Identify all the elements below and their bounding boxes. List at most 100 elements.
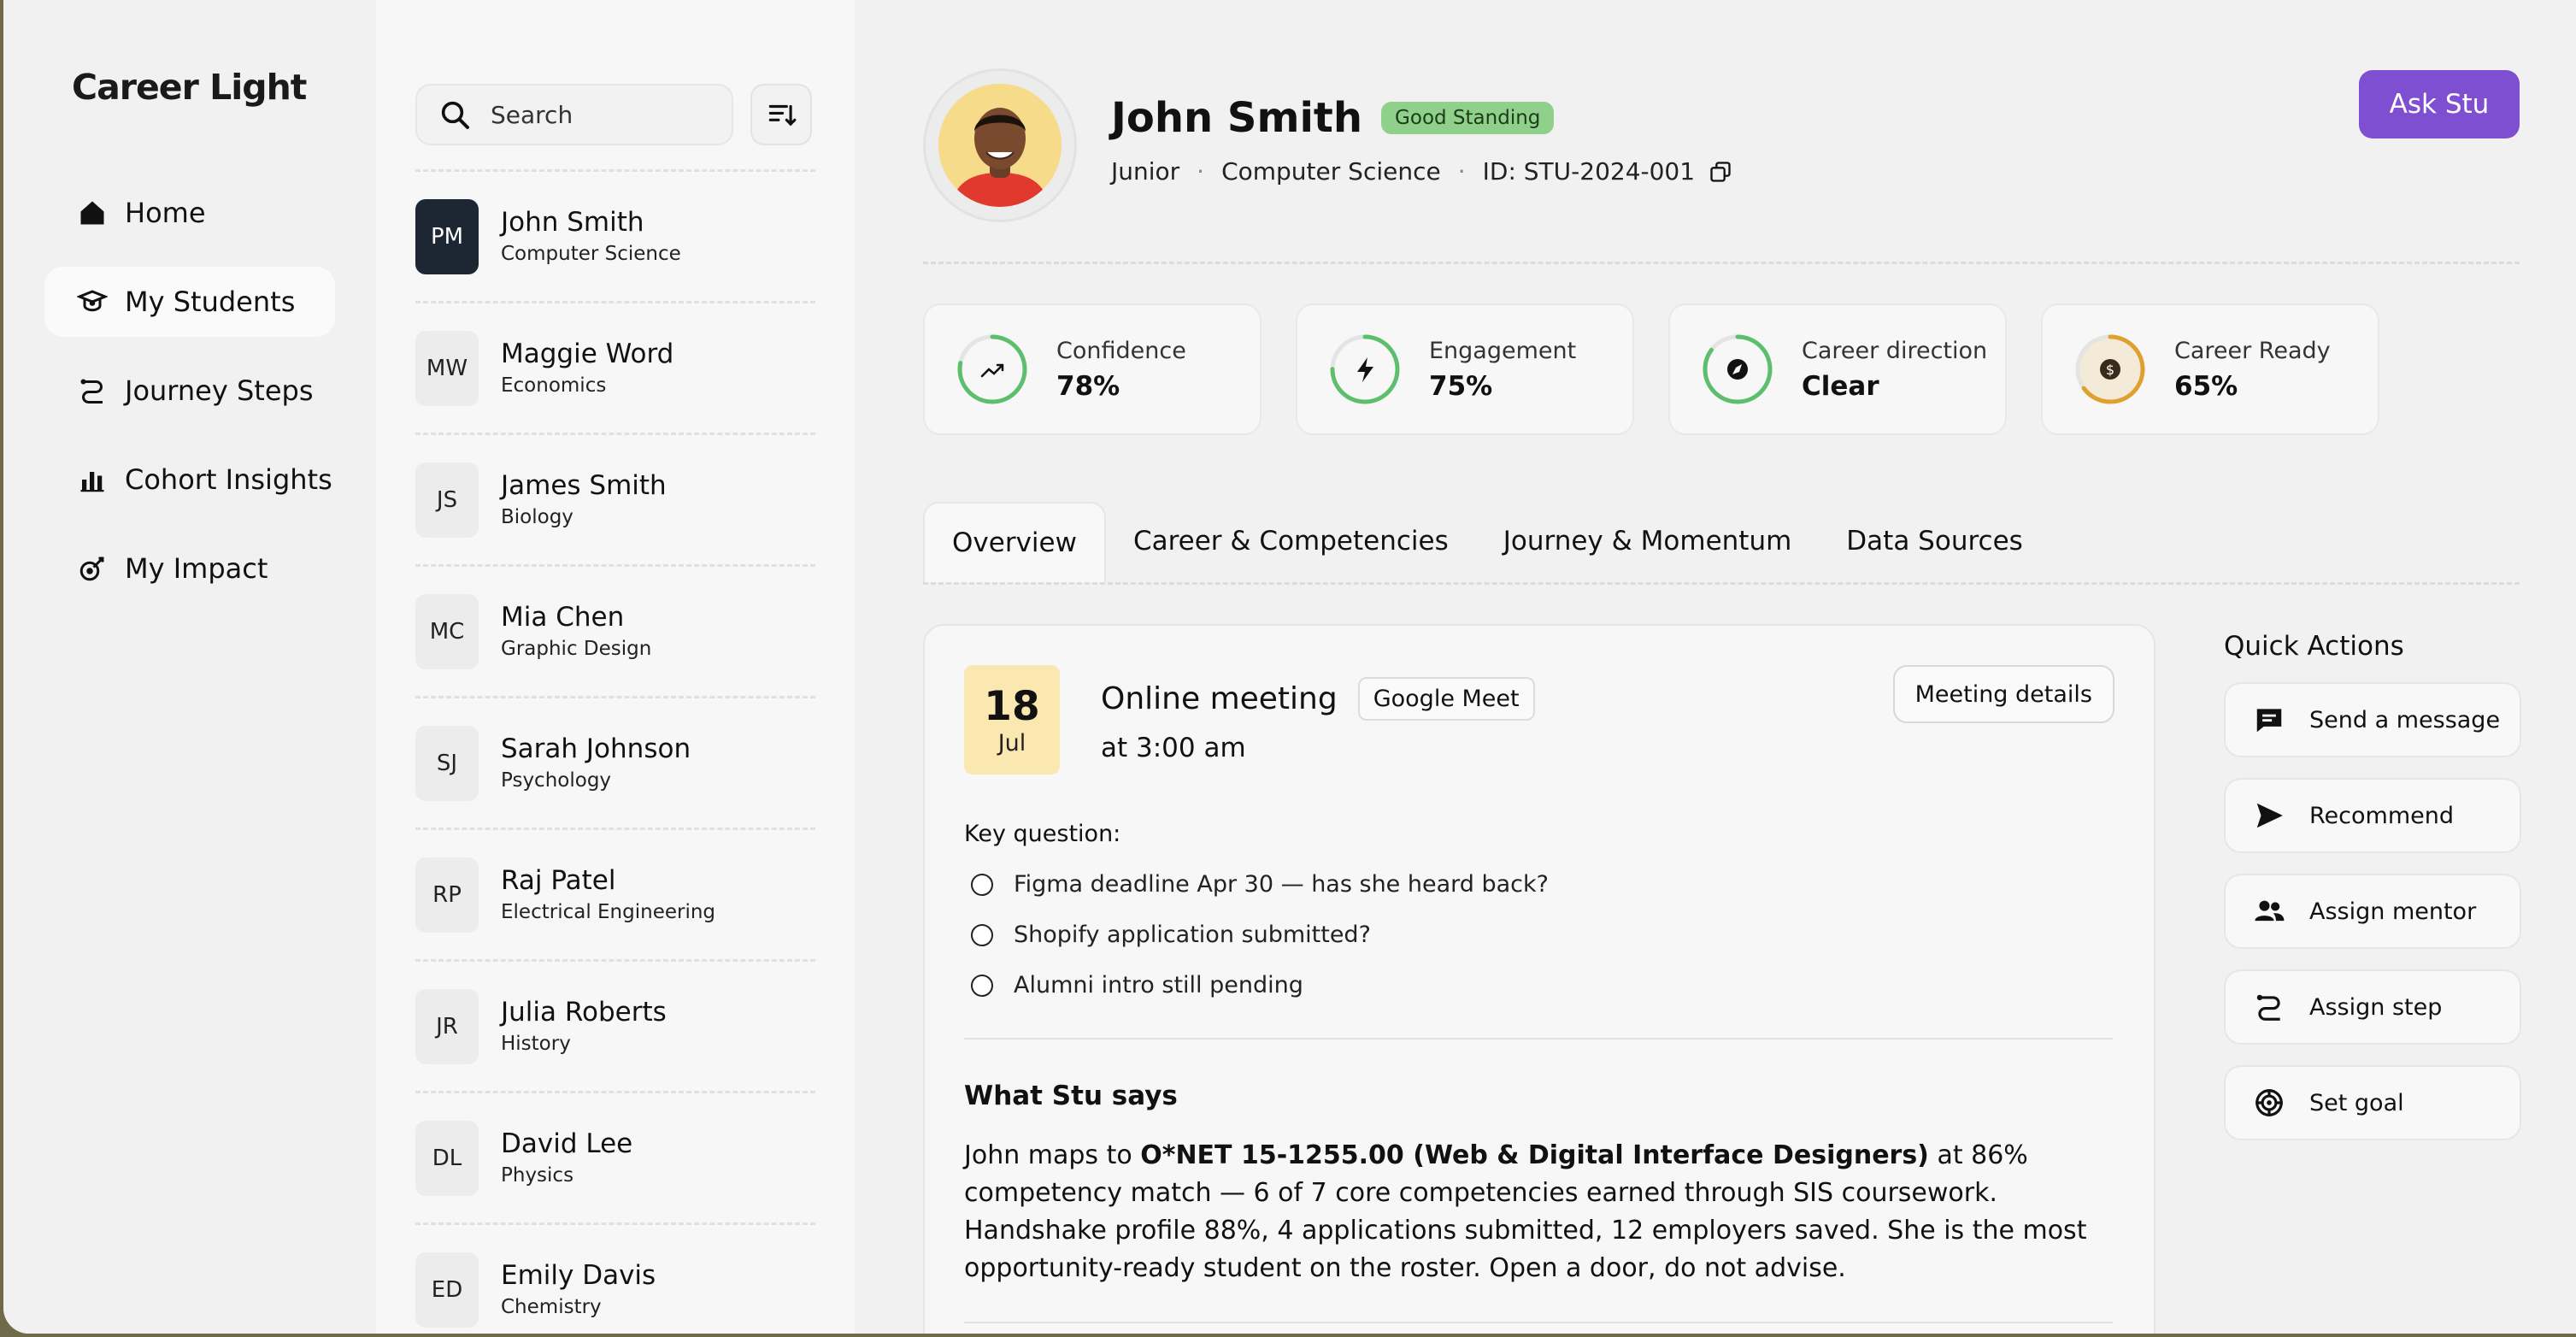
confidence-gauge [957,334,1027,404]
status-badge: Good Standing [1381,102,1555,134]
copy-icon[interactable] [1709,160,1732,184]
key-question-item[interactable]: Alumni intro still pending [971,972,2113,998]
stu-says-body: John maps to O*NET 15-1255.00 (Web & Dig… [964,1137,2114,1287]
app-window: Career Light Home My Students Journey St… [3,0,2576,1334]
student-list-item[interactable]: MC Mia Chen Graphic Design [415,567,815,698]
meeting-day: 18 [984,682,1040,730]
radio-button[interactable] [971,923,993,946]
assign-step-button[interactable]: Assign step [2224,969,2521,1045]
student-list-item[interactable]: MW Maggie Word Economics [415,303,815,435]
profile-meta: Junior · Computer Science · ID: STU-2024… [1111,157,1732,186]
meta-separator: · [1197,157,1205,186]
target-icon [2255,1089,2283,1116]
avatar [923,68,1077,222]
stats-row: Confidence 78% Engagement 75% Career direc… [923,303,2576,435]
student-list-panel: PM John Smith Computer Science MW Maggie … [376,0,855,1334]
student-list-item[interactable]: ED Emily Davis Chemistry [415,1225,815,1334]
impact-icon [75,551,109,586]
tab-data-sources[interactable]: Data Sources [1819,502,2050,582]
search-input[interactable] [491,100,730,129]
student-major: History [501,1032,571,1055]
student-name: Maggie Word [501,338,674,369]
key-question-label: Key question: [964,821,1121,847]
radio-button[interactable] [971,974,993,997]
student-major: Biology [501,505,573,528]
meeting-details-button[interactable]: Meeting details [1892,665,2114,723]
nav-item-journey-steps[interactable]: Journey Steps [44,356,335,426]
stat-label: Confidence [1056,337,1186,364]
student-id: ID: STU-2024-001 [1482,157,1696,186]
student-list-item[interactable]: PM John Smith Computer Science [415,172,815,303]
career-ready-gauge: $ [2075,334,2145,404]
sort-button[interactable] [750,84,812,145]
app-logo: Career Light [72,67,307,108]
key-question-item[interactable]: Figma deadline Apr 30 — has she heard ba… [971,871,2113,898]
nav-item-home[interactable]: Home [44,178,335,248]
nav-item-label: My Impact [125,552,268,585]
stat-card-confidence: Confidence 78% [923,303,1262,435]
quick-action-label: Assign mentor [2309,898,2477,925]
nav-item-label: Cohort Insights [125,463,332,496]
sidebar-nav: Career Light Home My Students Journey St… [3,0,376,1334]
stat-value: 78% [1056,370,1120,402]
student-major: Computer Science [1221,157,1441,186]
compass-icon [1727,359,1748,380]
student-name: Raj Patel [501,864,616,896]
nav-item-cohort-insights[interactable]: Cohort Insights [44,445,335,515]
student-list-item[interactable]: DL David Lee Physics [415,1093,815,1225]
tab-journey-momentum[interactable]: Journey & Momentum [1476,502,1820,582]
set-goal-button[interactable]: Set goal [2224,1065,2521,1140]
student-initials-avatar: MW [415,330,479,406]
send-icon [2256,803,2283,828]
svg-text:$: $ [2106,362,2114,378]
nav-list: Home My Students Journey Steps Cohort In… [44,178,335,604]
stu-says-prefix: John maps to [964,1140,1141,1170]
meeting-title: Online meeting [1101,681,1338,716]
meeting-card: 18 Jul Online meeting Google Meet at 3:0… [923,624,2155,1334]
stat-card-career-direction: Career direction Clear [1668,303,2007,435]
recommend-button[interactable]: Recommend [2224,778,2521,853]
stat-label: Career direction [1802,337,1988,364]
nav-item-my-students[interactable]: My Students [44,267,335,337]
meeting-time: at 3:00 am [1101,733,1246,763]
nav-item-my-impact[interactable]: My Impact [44,533,335,604]
people-icon [2255,900,2285,922]
stat-value: 75% [1429,370,1493,402]
message-icon [2256,709,2282,733]
bar-chart-icon [75,462,109,497]
student-list-item[interactable]: JR Julia Roberts History [415,962,815,1093]
key-question-text: Figma deadline Apr 30 — has she heard ba… [1014,871,1549,898]
student-name: James Smith [501,469,667,501]
student-major: Graphic Design [501,637,652,660]
student-list-item[interactable]: SJ Sarah Johnson Psychology [415,698,815,830]
search-icon [441,101,469,129]
tab-overview[interactable]: Overview [923,502,1106,582]
meeting-month: Jul [997,729,1026,757]
meta-separator: · [1457,157,1466,186]
student-full-name: John Smith [1111,94,1363,142]
key-question-item[interactable]: Shopify application submitted? [971,922,2113,948]
student-list: PM John Smith Computer Science MW Maggie … [415,169,815,1334]
path-icon [2256,994,2280,1021]
nav-item-label: My Students [125,286,296,318]
student-list-item[interactable]: JS James Smith Biology [415,435,815,567]
engagement-gauge [1330,334,1400,404]
student-list-item[interactable]: RP Raj Patel Electrical Engineering [415,830,815,962]
radio-button[interactable] [971,873,993,896]
trend-up-icon [980,363,1004,378]
assign-mentor-button[interactable]: Assign mentor [2224,874,2521,949]
tab-career-competencies[interactable]: Career & Competencies [1106,502,1476,582]
meeting-platform-tag: Google Meet [1357,677,1535,721]
quick-action-label: Assign step [2309,993,2443,1021]
graduation-icon [75,285,109,319]
send-message-button[interactable]: Send a message [2224,682,2521,757]
student-initials-avatar: MC [415,593,479,669]
search-box[interactable] [415,84,733,145]
quick-action-label: Send a message [2309,706,2501,733]
stat-card-career-ready: $ Career Ready 65% [2041,303,2379,435]
student-initials-avatar: PM [415,198,479,274]
student-profile: John Smith Good Standing Junior · Comput… [855,0,2576,1334]
quick-actions: Quick Actions Send a message Recommend A… [2224,624,2521,1334]
ask-stu-button[interactable]: Ask Stu [2359,70,2520,138]
student-name: David Lee [501,1128,633,1159]
